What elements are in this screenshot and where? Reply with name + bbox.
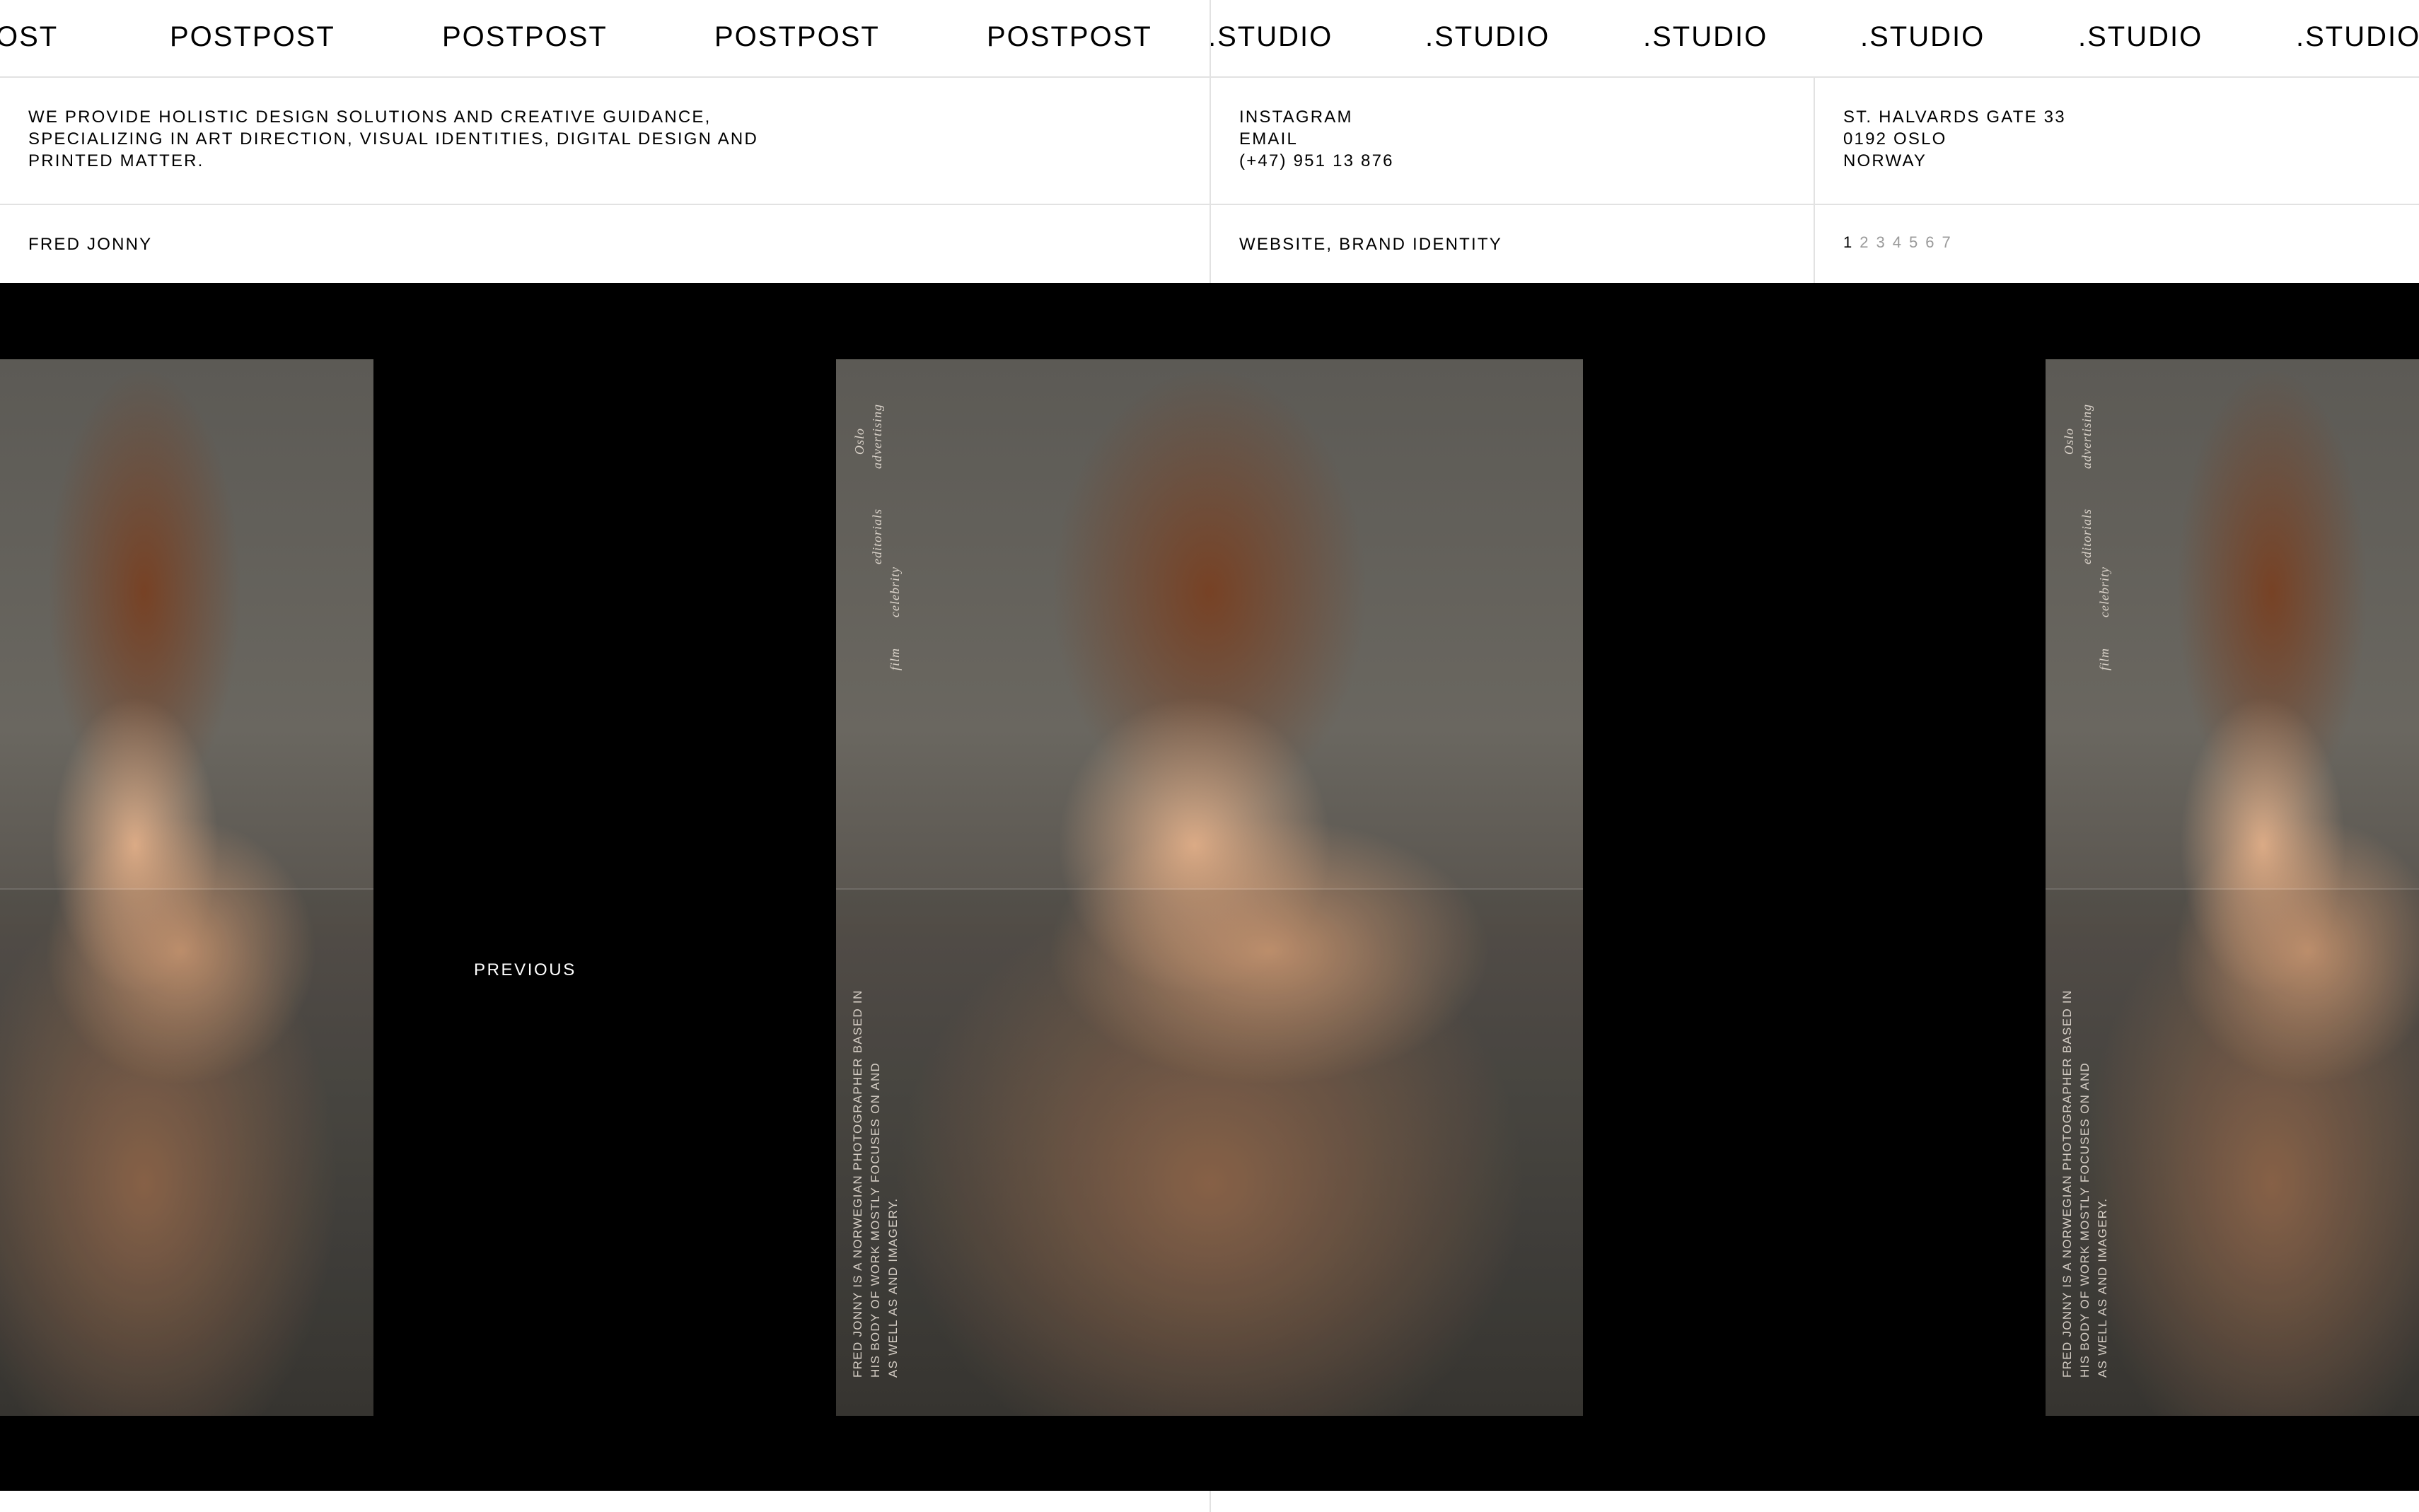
poster-shade xyxy=(0,890,373,1416)
marquee-word: .STUDIO xyxy=(1425,21,1550,52)
poster-keyword: editorials xyxy=(2079,508,2094,564)
poster-bio-line: HIS BODY OF WORK MOSTLY FOCUSES ON AND xyxy=(869,1062,882,1378)
marquee-word: OST xyxy=(0,21,59,52)
page-link[interactable]: 2 xyxy=(1860,233,1870,251)
slideshow-stage: PREVIOUS Oslo advertising editorials cel… xyxy=(0,283,2419,1491)
address-line: NORWAY xyxy=(1843,151,1927,170)
email-link[interactable]: EMAIL xyxy=(1239,128,1394,150)
project-client: FRED JONNY xyxy=(28,235,153,254)
poster-keyword: Oslo xyxy=(852,427,866,455)
marquee-word: POSTPOST xyxy=(987,21,1152,52)
page-link[interactable]: 7 xyxy=(1942,233,1953,251)
poster-keyword: celebrity xyxy=(2097,566,2111,617)
project-row: FRED JONNY WEBSITE, BRAND IDENTITY 12345… xyxy=(0,205,2419,281)
info-row: WE PROVIDE HOLISTIC DESIGN SOLUTIONS AND… xyxy=(0,78,2419,205)
poster-keyword: celebrity xyxy=(888,566,902,617)
previous-button[interactable]: PREVIOUS xyxy=(474,960,576,980)
poster-keyword: Oslo xyxy=(2062,427,2076,455)
next-poster-image[interactable]: Oslo advertising editorials celebrity fi… xyxy=(2046,359,2419,1416)
poster-bio-line: FRED JONNY IS A NORWEGIAN PHOTOGRAPHER B… xyxy=(851,989,864,1378)
poster-keyword: advertising xyxy=(870,404,884,469)
poster-bio-line: HIS BODY OF WORK MOSTLY FOCUSES ON AND xyxy=(2078,1062,2092,1378)
page-link[interactable]: 3 xyxy=(1876,233,1887,251)
poster-keyword: film xyxy=(888,647,902,670)
current-poster-image[interactable]: Oslo advertising editorials celebrity fi… xyxy=(836,359,1583,1416)
marquee-word: POSTPOST xyxy=(170,21,335,52)
poster-bio-line: AS WELL AS AND IMAGERY. xyxy=(886,1197,900,1378)
poster-bio-line: AS WELL AS AND IMAGERY. xyxy=(2096,1197,2109,1378)
marquee-word: .STUDIO xyxy=(1643,21,1768,52)
page-link[interactable]: 4 xyxy=(1893,233,1903,251)
marquee-word: .STUDIO xyxy=(2296,21,2419,52)
marquee-word: .STUDIO xyxy=(1208,21,1333,52)
pagination: 1234567 xyxy=(1843,233,1959,252)
description-line: WE PROVIDE HOLISTIC DESIGN SOLUTIONS AND… xyxy=(28,107,712,127)
column-divider xyxy=(1210,1491,1211,1512)
poster-shade xyxy=(836,890,1583,1416)
poster-bio: FRED JONNY IS A NORWEGIAN PHOTOGRAPHER B… xyxy=(2058,989,2111,1378)
phone-link[interactable]: (+47) 951 13 876 xyxy=(1239,150,1394,172)
previous-poster-image[interactable] xyxy=(0,359,373,1416)
description-line: PRINTED MATTER. xyxy=(28,151,204,170)
page-link[interactable]: 1 xyxy=(1843,233,1854,251)
poster-keyword: editorials xyxy=(870,508,884,564)
poster-keyword: film xyxy=(2097,647,2111,670)
instagram-link[interactable]: INSTAGRAM xyxy=(1239,106,1394,128)
description-line: SPECIALIZING IN ART DIRECTION, VISUAL ID… xyxy=(28,129,758,149)
address-block: ST. HALVARDS GATE 33 0192 OSLO NORWAY xyxy=(1843,106,2066,172)
page-link[interactable]: 5 xyxy=(1909,233,1920,251)
poster-bio-line: FRED JONNY IS A NORWEGIAN PHOTOGRAPHER B… xyxy=(2060,989,2074,1378)
marquee-word: POSTPOST xyxy=(442,21,608,52)
marquee-word: POSTPOST xyxy=(714,21,880,52)
poster-bio: FRED JONNY IS A NORWEGIAN PHOTOGRAPHER B… xyxy=(849,989,902,1378)
studio-description: WE PROVIDE HOLISTIC DESIGN SOLUTIONS AND… xyxy=(28,106,758,172)
poster-keyword: advertising xyxy=(2079,404,2094,469)
marquee-word: .STUDIO xyxy=(2078,21,2203,52)
project-services: WEBSITE, BRAND IDENTITY xyxy=(1239,235,1502,254)
page-link[interactable]: 6 xyxy=(1925,233,1936,251)
address-line: ST. HALVARDS GATE 33 xyxy=(1843,107,2066,127)
contact-block: INSTAGRAM EMAIL (+47) 951 13 876 xyxy=(1239,106,1394,172)
marquee-word: .STUDIO xyxy=(1860,21,1985,52)
address-line: 0192 OSLO xyxy=(1843,129,1947,149)
